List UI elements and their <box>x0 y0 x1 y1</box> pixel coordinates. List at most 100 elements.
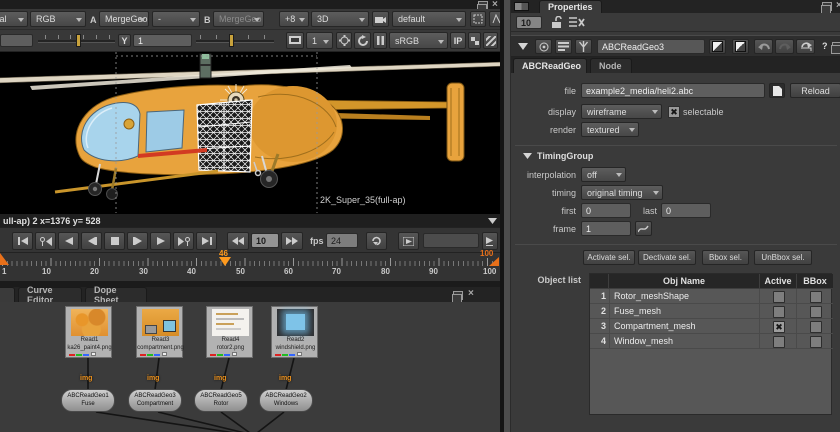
bbox-checkbox[interactable] <box>810 291 822 303</box>
pane-menu-icon[interactable] <box>514 2 529 11</box>
fps-input[interactable]: 24 <box>326 233 358 248</box>
channel-dropdown[interactable]: a.al <box>0 11 28 27</box>
blend-dropdown[interactable]: - <box>152 11 200 27</box>
bbox-checkbox[interactable] <box>810 321 822 333</box>
float-properties-icon[interactable] <box>822 2 832 11</box>
revert-button[interactable] <box>796 39 815 54</box>
lock-panels-icon[interactable] <box>551 16 563 29</box>
play-backward-button[interactable] <box>58 232 79 250</box>
playhead-marker[interactable] <box>219 257 231 266</box>
viewer-canvas[interactable]: 2K_Super_35(full-ap) <box>0 52 500 213</box>
gl-color-swatch-button[interactable] <box>732 39 749 54</box>
stereo-dropdown[interactable]: +8 <box>279 11 309 27</box>
input-process-button[interactable]: IP <box>450 32 466 49</box>
next-keyframe-button[interactable] <box>173 232 194 250</box>
tab-abcreadgeo[interactable]: ABCReadGeo <box>513 58 587 73</box>
max-panels-input[interactable]: 10 <box>516 16 542 29</box>
abcreadgeo-node[interactable]: ABCReadGeo3 Compartment <box>128 389 182 412</box>
float-nodegraph-icon[interactable] <box>453 291 463 300</box>
redo-button[interactable] <box>775 39 794 54</box>
nodegraph-canvas[interactable]: Read1 ka26_paint4.png Read3 compartment.… <box>0 302 500 432</box>
tab-curve-editor[interactable]: Curve Editor <box>18 287 82 302</box>
bbox-checkbox[interactable] <box>810 306 822 318</box>
roi-button[interactable] <box>470 11 486 27</box>
step-forward-button[interactable] <box>127 232 148 250</box>
monitor-out-button[interactable] <box>286 32 304 49</box>
file-browse-button[interactable] <box>769 83 785 98</box>
step-back-button[interactable] <box>81 232 102 250</box>
help-icon[interactable]: ? <box>822 41 828 51</box>
properties-edge-strip[interactable] <box>504 0 511 432</box>
read-node[interactable]: Read2 windshield.png <box>271 306 318 358</box>
table-row[interactable]: 2 Fuse_mesh <box>590 304 833 319</box>
gamma-slider-knob[interactable] <box>229 34 234 47</box>
refresh-button[interactable] <box>354 32 371 49</box>
playback-range-button[interactable] <box>482 232 498 250</box>
read-node[interactable]: Read4 rotor2.png <box>206 306 253 358</box>
file-input[interactable]: example2_media/heli2.abc <box>581 83 765 98</box>
node-name-input[interactable]: ABCReadGeo3 <box>597 39 705 54</box>
tab-dope-sheet[interactable]: Dope Sheet <box>85 287 147 302</box>
reload-button[interactable]: Reload <box>790 83 840 98</box>
render-dropdown[interactable]: textured <box>581 122 639 137</box>
table-row[interactable]: 3 Compartment_mesh ✖ <box>590 319 833 334</box>
close-panel-icon[interactable]: × <box>492 1 498 9</box>
gain-reset-button[interactable] <box>336 32 352 49</box>
tab-properties[interactable]: Properties <box>539 0 602 13</box>
table-row[interactable]: 1 Rotor_meshShape <box>590 289 833 304</box>
last-input[interactable]: 0 <box>661 203 711 218</box>
close-properties-icon[interactable]: × <box>836 2 840 10</box>
object-list-table[interactable]: Obj Name Active BBox 1 Rotor_meshShape <box>589 273 832 415</box>
node-color-swatch-button[interactable] <box>709 39 726 54</box>
activate-sel-button[interactable]: Activate sel. <box>583 250 635 265</box>
status-menu-arrow-icon[interactable] <box>488 218 497 224</box>
read-node[interactable]: Read1 ka26_paint4.png <box>65 306 112 358</box>
read-node[interactable]: Read3 compartment.png <box>136 306 183 358</box>
column-obj-name[interactable]: Obj Name <box>609 276 759 286</box>
pause-button[interactable] <box>373 32 387 49</box>
close-nodegraph-icon[interactable]: × <box>468 290 474 298</box>
gamma-input[interactable]: 1 <box>133 34 192 47</box>
overlay-button[interactable] <box>483 32 498 49</box>
lock-camera-button[interactable] <box>372 11 389 27</box>
close-all-panels-icon[interactable] <box>569 17 585 28</box>
abcreadgeo-node[interactable]: ABCReadGeo1 Fuse <box>61 389 115 412</box>
active-checkbox[interactable] <box>773 291 785 303</box>
layer-dropdown[interactable]: RGB <box>30 11 86 27</box>
flipbook-button[interactable] <box>398 232 419 250</box>
color-picker-button[interactable] <box>575 39 592 54</box>
timeline[interactable]: 1 10 20 30 40 50 60 70 80 90 100 46 100 <box>0 253 500 281</box>
abcreadgeo-node[interactable]: ABCReadGeo2 Windows <box>259 389 313 412</box>
frame-range-input[interactable] <box>423 233 479 248</box>
goto-start-button[interactable] <box>12 232 33 250</box>
interpolation-dropdown[interactable]: off <box>581 167 626 182</box>
tab-node-graph[interactable]: h <box>0 287 15 302</box>
frame-input[interactable]: 1 <box>581 221 631 236</box>
active-checkbox[interactable] <box>773 306 785 318</box>
table-row[interactable]: 4 Window_mesh <box>590 334 833 349</box>
column-bbox[interactable]: BBox <box>797 276 833 286</box>
bbox-checkbox[interactable] <box>810 336 822 348</box>
undo-button[interactable] <box>754 39 773 54</box>
bbox-sel-button[interactable]: Bbox sel. <box>702 250 749 265</box>
input-b-dropdown[interactable]: MergeGeo <box>213 11 264 27</box>
active-checkbox[interactable] <box>773 336 785 348</box>
gain-input[interactable] <box>0 34 33 47</box>
gain-slider-knob[interactable] <box>76 34 81 47</box>
view-mode-dropdown[interactable]: 3D <box>311 11 369 27</box>
unbbox-sel-button[interactable]: UnBbox sel. <box>754 250 812 265</box>
deactivate-sel-button[interactable]: Dectivate sel. <box>638 250 696 265</box>
viewer-lut-dropdown[interactable]: sRGB <box>389 32 448 49</box>
goto-end-button[interactable] <box>196 232 217 250</box>
timinggroup-collapse-icon[interactable] <box>523 153 532 159</box>
selectable-checkbox[interactable]: ✖ <box>668 106 680 118</box>
node-settings-button[interactable] <box>555 39 572 54</box>
range-start-marker[interactable] <box>0 253 10 265</box>
frame-forward-increment-button[interactable] <box>281 232 303 250</box>
prev-keyframe-button[interactable] <box>35 232 56 250</box>
tab-node[interactable]: Node <box>590 58 632 73</box>
center-node-button[interactable] <box>535 39 552 54</box>
range-end-marker[interactable] <box>489 257 499 266</box>
abcreadgeo-node[interactable]: ABCReadGeo5 Rotor <box>194 389 248 412</box>
frame-curve-button[interactable] <box>635 221 652 236</box>
